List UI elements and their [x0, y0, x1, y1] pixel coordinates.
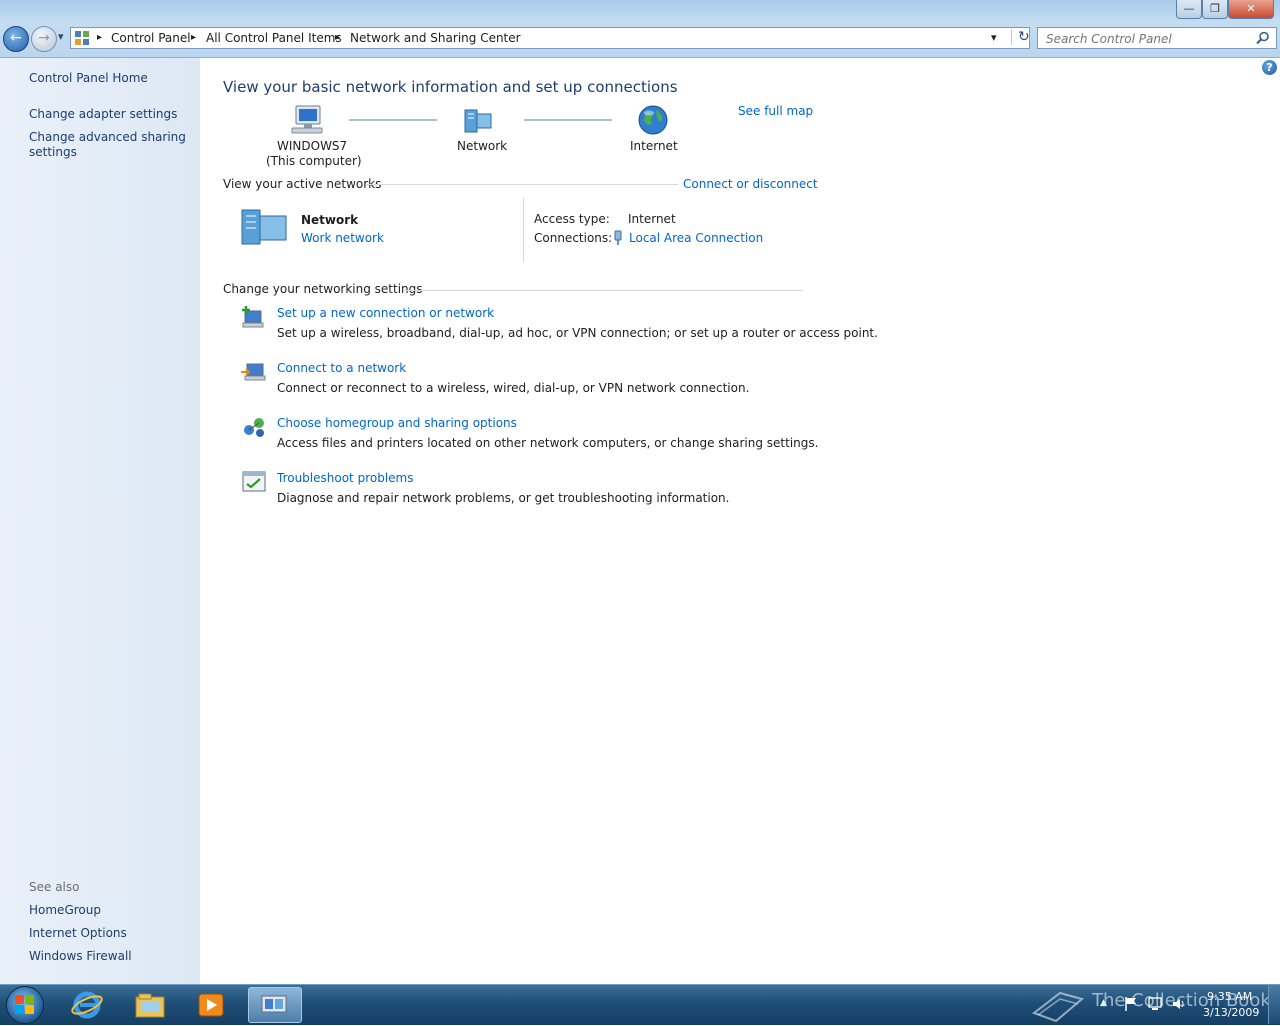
restore-button[interactable]: ❐	[1202, 0, 1228, 19]
page-title: View your basic network information and …	[223, 78, 678, 96]
sidebar-item-homegroup[interactable]: HomeGroup	[29, 903, 101, 917]
new-connection-icon	[242, 306, 264, 328]
breadcrumb-separator[interactable]: ▸	[335, 32, 340, 43]
sidebar-item-label: settings	[29, 145, 77, 159]
title-bar: — ❐ ✕ ← → ▾ ▸ Control Panel ▸ All Contro…	[0, 0, 1280, 58]
ethernet-icon	[614, 230, 622, 245]
setting-link-troubleshoot[interactable]: Troubleshoot problems	[277, 471, 413, 485]
active-networks-heading: View your active networks	[223, 177, 382, 191]
show-desktop-button[interactable]	[1268, 985, 1280, 1024]
vertical-divider	[523, 198, 524, 262]
taskbar: The Collection Book ▲ 9:35 AM 3/13/2009	[0, 984, 1280, 1025]
computer-name-label: WINDOWS7	[277, 139, 348, 153]
action-center-flag-icon[interactable]	[1124, 996, 1138, 1012]
sidebar-item-control-panel-home[interactable]: Control Panel Home	[29, 71, 148, 85]
breadcrumb-network-sharing[interactable]: Network and Sharing Center	[350, 31, 521, 45]
search-icon[interactable]	[1256, 31, 1270, 45]
setting-description: Connect or reconnect to a wireless, wire…	[277, 381, 750, 395]
setting-description: Access files and printers located on oth…	[277, 436, 819, 450]
sidebar: Control Panel Home Change adapter settin…	[0, 58, 200, 984]
close-button[interactable]: ✕	[1228, 0, 1274, 19]
network-icon	[464, 109, 492, 133]
network-icon	[261, 995, 287, 1013]
breadcrumb-separator[interactable]: ▸	[97, 32, 102, 43]
help-button[interactable]: ?	[1262, 60, 1277, 75]
network-type-link[interactable]: Work network	[301, 231, 384, 245]
show-hidden-icons-button[interactable]: ▲	[1100, 998, 1107, 1008]
computer-sub-label: (This computer)	[266, 154, 362, 168]
breadcrumb-control-panel[interactable]: Control Panel	[111, 31, 191, 45]
control-panel-taskbar-button[interactable]	[248, 987, 302, 1023]
internet-explorer-icon[interactable]	[70, 989, 104, 1021]
clock-time[interactable]: 9:35 AM	[1207, 990, 1252, 1003]
homegroup-icon	[244, 418, 264, 437]
sidebar-item-windows-firewall[interactable]: Windows Firewall	[29, 949, 132, 963]
network-map-label: Network	[457, 139, 508, 153]
network-tray-icon[interactable]	[1147, 996, 1163, 1012]
sidebar-item-label: Change advanced sharing	[29, 130, 186, 144]
see-full-map-link[interactable]: See full map	[738, 104, 813, 118]
sidebar-item-change-advanced-sharing[interactable]: Change advanced sharing settings	[29, 130, 186, 160]
globe-icon	[638, 105, 668, 135]
sidebar-item-change-adapter-settings[interactable]: Change adapter settings	[29, 107, 177, 121]
setting-link-homegroup[interactable]: Choose homegroup and sharing options	[277, 416, 517, 430]
windows-logo-icon	[15, 995, 34, 1014]
refresh-button[interactable]: ↻	[1011, 29, 1030, 45]
section-divider	[404, 290, 803, 291]
control-panel-icon	[75, 31, 89, 45]
setting-link-new-connection[interactable]: Set up a new connection or network	[277, 306, 494, 320]
address-dropdown-button[interactable]: ▾	[991, 31, 997, 44]
volume-icon[interactable]	[1171, 996, 1187, 1012]
clock-date[interactable]: 3/13/2009	[1203, 1006, 1259, 1019]
book-icon	[1031, 991, 1085, 1023]
section-divider	[366, 184, 678, 185]
media-player-icon[interactable]	[194, 989, 228, 1021]
setting-description: Set up a wireless, broadband, dial-up, a…	[277, 326, 878, 340]
computer-icon	[291, 105, 323, 134]
windows-explorer-icon[interactable]	[133, 989, 167, 1021]
access-type-value: Internet	[628, 212, 676, 226]
networking-settings-heading: Change your networking settings	[223, 282, 423, 296]
map-connector-line	[349, 119, 437, 121]
network-icon	[241, 209, 287, 245]
map-connector-line	[524, 119, 612, 121]
address-bar[interactable]: ▸ Control Panel ▸ All Control Panel Item…	[70, 27, 1030, 49]
watermark-logo	[1030, 985, 1090, 1023]
see-also-heading: See also	[29, 880, 80, 894]
start-button[interactable]	[6, 986, 44, 1024]
local-area-connection-link[interactable]: Local Area Connection	[629, 231, 763, 245]
recent-pages-dropdown[interactable]: ▾	[58, 30, 64, 43]
breadcrumb-all-items[interactable]: All Control Panel Items	[206, 31, 342, 45]
internet-map-label: Internet	[630, 139, 678, 153]
troubleshoot-icon	[242, 471, 266, 492]
access-type-label: Access type:	[534, 212, 610, 226]
forward-button[interactable]: →	[31, 26, 57, 52]
search-input[interactable]	[1044, 29, 1248, 49]
back-button[interactable]: ←	[3, 26, 29, 52]
connect-network-icon	[241, 363, 266, 381]
setting-link-connect-network[interactable]: Connect to a network	[277, 361, 406, 375]
connections-label: Connections:	[534, 231, 613, 245]
sidebar-item-internet-options[interactable]: Internet Options	[29, 926, 127, 940]
active-network-name: Network	[301, 213, 359, 227]
search-box[interactable]	[1037, 27, 1277, 49]
setting-description: Diagnose and repair network problems, or…	[277, 491, 730, 505]
connect-disconnect-link[interactable]: Connect or disconnect	[683, 177, 818, 191]
breadcrumb-separator[interactable]: ▸	[191, 32, 196, 43]
minimize-button[interactable]: —	[1176, 0, 1202, 19]
